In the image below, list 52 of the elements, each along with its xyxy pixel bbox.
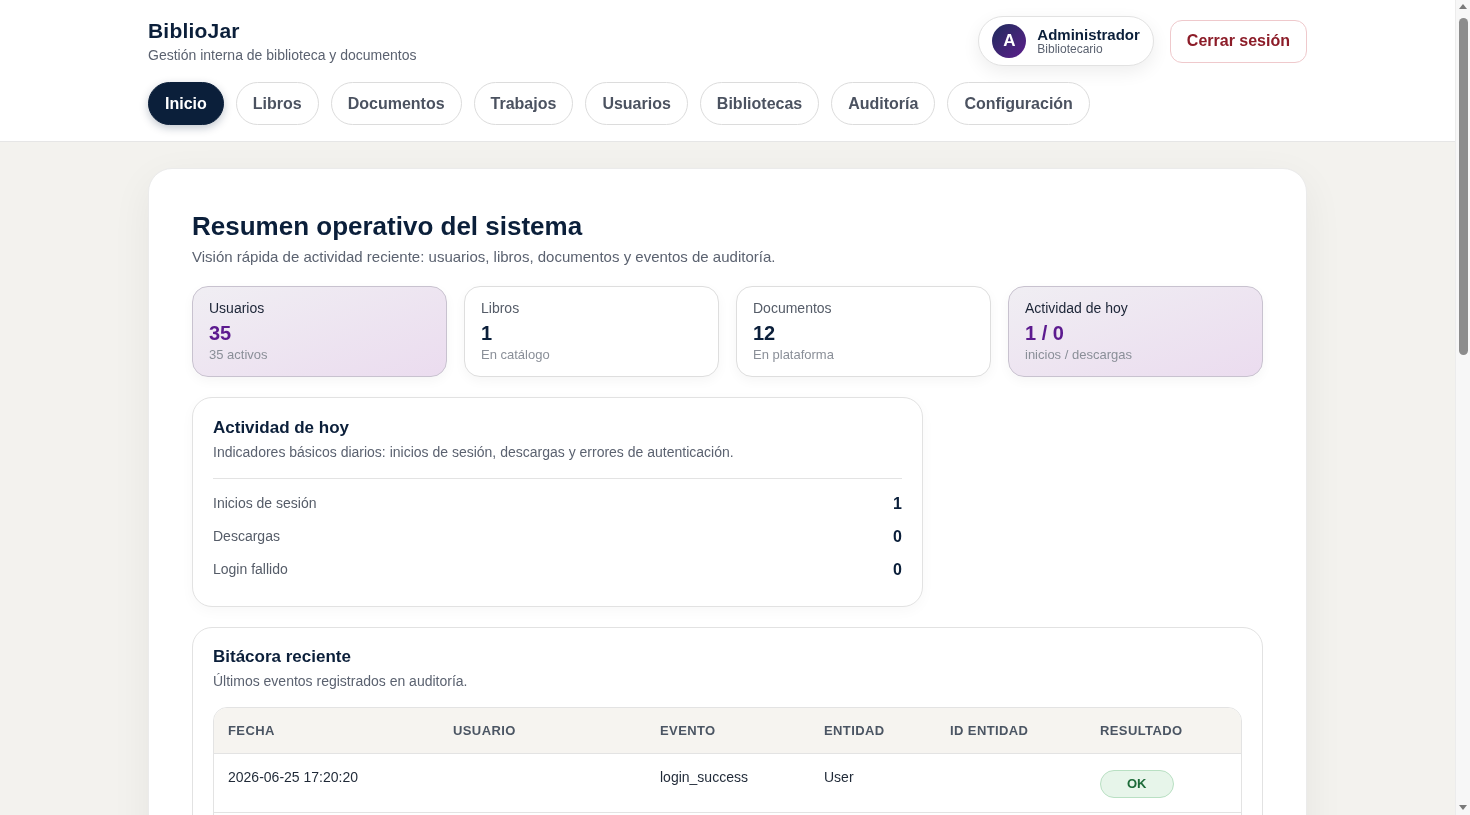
scroll-up-icon[interactable] — [1459, 4, 1467, 9]
stat-note: En plataforma — [753, 346, 834, 364]
stat-note: inicios / descargas — [1025, 346, 1132, 364]
scroll-down-icon[interactable] — [1459, 805, 1467, 810]
nav-tab[interactable]: Inicio — [148, 82, 224, 125]
metric-label: Login fallido — [213, 560, 288, 579]
column-header: EVENTO — [660, 721, 716, 740]
table-cell-text: 2026-06-25 17:20:20 — [228, 768, 358, 787]
stat-value: 12 — [753, 321, 776, 345]
card-description: Indicadores básicos diarios: inicios de sesión, descargas y errores de autenticación. — [213, 443, 734, 462]
metric-label: Inicios de sesión — [213, 494, 317, 513]
nav-tab[interactable]: Trabajos — [473, 82, 574, 125]
metric-value: 0 — [893, 526, 902, 547]
scrollbar-thumb[interactable] — [1458, 18, 1468, 355]
scrollbar[interactable] — [1455, 0, 1470, 815]
stat-value: 1 / 0 — [1025, 321, 1064, 345]
brand-title: BiblioJar — [148, 18, 240, 43]
column-header: FECHA — [228, 721, 275, 740]
table-cell-text: User — [824, 768, 854, 787]
column-header: ENTIDAD — [824, 721, 885, 740]
user-avatar: A — [992, 24, 1027, 58]
table-cell-text: login_success — [660, 768, 748, 787]
stat-note: 35 activos — [209, 346, 268, 364]
user-name: Administrador — [1037, 26, 1140, 43]
page-subtitle: Visión rápida de actividad reciente: usuarios, libros, documentos y eventos de auditoría. — [192, 247, 776, 267]
stat-note: En catálogo — [481, 346, 550, 364]
stat-label: Usuarios — [209, 299, 265, 318]
nav-tab[interactable]: Bibliotecas — [699, 82, 820, 125]
nav-tab[interactable]: Usuarios — [585, 82, 688, 125]
card-title: Actividad de hoy — [213, 417, 350, 439]
nav-tab[interactable]: Libros — [235, 82, 319, 125]
column-header: ID ENTIDAD — [950, 721, 1029, 740]
metric-label: Descargas — [213, 527, 280, 546]
card-title: Bitácora reciente — [213, 646, 351, 668]
user-role: Bibliotecario — [1037, 42, 1103, 56]
stat-label: Libros — [481, 299, 520, 318]
logout-button[interactable]: Cerrar sesión — [1169, 19, 1307, 63]
stat-label: Documentos — [753, 299, 832, 318]
nav-tab[interactable]: Documentos — [330, 82, 462, 125]
stat-value: 1 — [481, 321, 493, 345]
metric-value: 1 — [893, 493, 902, 514]
stat-value: 35 — [209, 321, 232, 345]
column-header: USUARIO — [453, 721, 516, 740]
card-description: Últimos eventos registrados en auditoría. — [213, 672, 468, 691]
page-title: Resumen operativo del sistema — [192, 210, 583, 243]
nav-tab[interactable]: Configuración — [947, 82, 1090, 125]
stat-label: Actividad de hoy — [1025, 299, 1128, 318]
nav-tab[interactable]: Auditoría — [831, 82, 936, 125]
status-badge: OK — [1100, 770, 1174, 798]
column-header: RESULTADO — [1100, 721, 1183, 740]
metric-value: 0 — [893, 559, 902, 580]
brand-tagline: Gestión interna de biblioteca y documentos — [148, 45, 417, 64]
